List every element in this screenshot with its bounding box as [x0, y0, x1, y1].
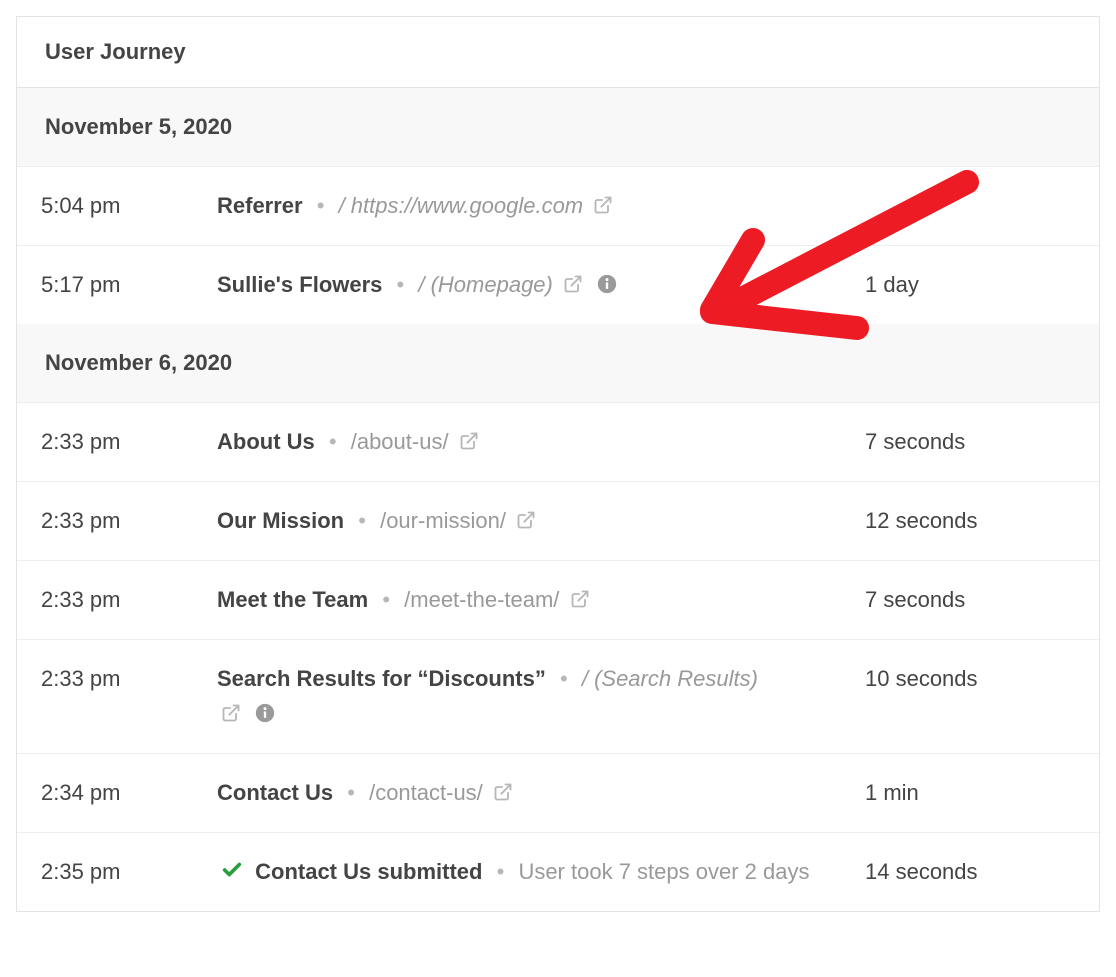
row-main: Our Mission • /our-mission/	[217, 504, 865, 538]
row-duration: 1 day	[865, 268, 1075, 302]
row-summary: User took 7 steps over 2 days	[518, 859, 809, 884]
journey-row: 2:33 pm Search Results for “Discounts” •…	[17, 639, 1099, 752]
row-path: https://www.google.com	[351, 193, 583, 218]
row-title: Sullie's Flowers	[217, 272, 382, 297]
row-title: Search Results for “Discounts”	[217, 666, 546, 691]
date-header: November 5, 2020	[17, 88, 1099, 166]
row-time: 2:33 pm	[41, 662, 217, 696]
row-duration: 10 seconds	[865, 662, 1075, 696]
separator-dot: •	[358, 508, 366, 533]
row-main: About Us • /about-us/	[217, 425, 865, 459]
row-time: 2:33 pm	[41, 425, 217, 459]
separator-dot: •	[397, 272, 405, 297]
row-duration: 12 seconds	[865, 504, 1075, 538]
journey-row: 5:04 pm Referrer • / https://www.google.…	[17, 166, 1099, 245]
journey-row: 2:35 pm Contact Us submitted • User took…	[17, 832, 1099, 911]
row-time: 5:17 pm	[41, 268, 217, 302]
separator-dot: •	[317, 193, 325, 218]
separator-dot: •	[497, 859, 505, 884]
journey-row: 2:33 pm Meet the Team • /meet-the-team/ …	[17, 560, 1099, 639]
row-duration: 1 min	[865, 776, 1075, 810]
row-path: /our-mission/	[380, 508, 506, 533]
row-title: Contact Us	[217, 780, 333, 805]
panel-title: User Journey	[45, 39, 186, 64]
journey-row: 2:33 pm Our Mission • /our-mission/ 12 s…	[17, 481, 1099, 560]
row-main: Sullie's Flowers • / (Homepage)	[217, 268, 865, 302]
external-link-icon[interactable]	[221, 703, 241, 723]
row-path: /contact-us/	[369, 780, 483, 805]
external-link-icon[interactable]	[516, 510, 536, 530]
row-title: Meet the Team	[217, 587, 368, 612]
row-time: 2:33 pm	[41, 504, 217, 538]
row-main: Contact Us submitted • User took 7 steps…	[217, 855, 865, 889]
external-link-icon[interactable]	[459, 431, 479, 451]
row-time: 2:33 pm	[41, 583, 217, 617]
external-link-icon[interactable]	[563, 274, 583, 294]
row-main: Referrer • / https://www.google.com	[217, 189, 865, 223]
separator-dot: •	[382, 587, 390, 612]
separator-dot: •	[329, 429, 337, 454]
external-link-icon[interactable]	[493, 782, 513, 802]
row-title: Contact Us submitted	[255, 859, 482, 884]
row-main: Search Results for “Discounts” • / (Sear…	[217, 662, 865, 730]
row-main: Meet the Team • /meet-the-team/	[217, 583, 865, 617]
row-duration: 7 seconds	[865, 425, 1075, 459]
date-header: November 6, 2020	[17, 324, 1099, 402]
row-title: About Us	[217, 429, 315, 454]
journey-row: 2:34 pm Contact Us • /contact-us/ 1 min	[17, 753, 1099, 832]
row-duration: 14 seconds	[865, 855, 1075, 889]
row-main: Contact Us • /contact-us/	[217, 776, 865, 810]
separator-dot: •	[560, 666, 568, 691]
row-duration: 7 seconds	[865, 583, 1075, 617]
external-link-icon[interactable]	[570, 589, 590, 609]
row-time: 2:35 pm	[41, 855, 217, 889]
row-path-prefix: /	[418, 272, 430, 297]
row-title: Referrer	[217, 193, 303, 218]
row-path: (Homepage)	[431, 272, 553, 297]
separator-dot: •	[347, 780, 355, 805]
user-journey-panel: User Journey November 5, 2020 5:04 pm Re…	[16, 16, 1100, 912]
row-title: Our Mission	[217, 508, 344, 533]
row-time: 5:04 pm	[41, 189, 217, 223]
panel-header: User Journey	[17, 17, 1099, 88]
check-icon	[221, 859, 243, 881]
row-path-prefix: /	[582, 666, 594, 691]
journey-row: 5:17 pm Sullie's Flowers • / (Homepage) …	[17, 245, 1099, 324]
row-path: (Search Results)	[594, 666, 758, 691]
journey-row: 2:33 pm About Us • /about-us/ 7 seconds	[17, 402, 1099, 481]
row-path-prefix: /	[339, 193, 351, 218]
row-path: /about-us/	[351, 429, 449, 454]
info-icon[interactable]	[255, 703, 275, 723]
external-link-icon[interactable]	[593, 195, 613, 215]
row-path: /meet-the-team/	[404, 587, 559, 612]
row-time: 2:34 pm	[41, 776, 217, 810]
info-icon[interactable]	[597, 274, 617, 294]
